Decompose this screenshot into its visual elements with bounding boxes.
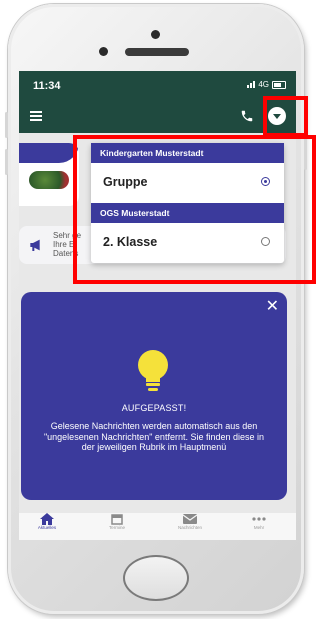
- tab-label: Termine: [108, 525, 125, 530]
- tab-mehr[interactable]: Mehr: [234, 513, 284, 530]
- close-icon[interactable]: ✕: [266, 296, 279, 316]
- news-card[interactable]: [19, 143, 79, 206]
- app-header: [19, 99, 296, 133]
- volume-button: [5, 149, 8, 175]
- tab-termine[interactable]: Termine: [92, 513, 142, 530]
- highlight-group-selector: [73, 135, 316, 284]
- network-type: 4G: [258, 80, 269, 89]
- megaphone-icon: [30, 239, 40, 251]
- front-camera: [151, 30, 160, 39]
- sensor: [99, 47, 108, 56]
- notice-body: Gelesene Nachrichten werden automatisch …: [43, 421, 265, 452]
- tab-aktuelles[interactable]: Aktuelles: [22, 513, 72, 530]
- signal-icon: [247, 81, 256, 88]
- volume-button: [5, 112, 8, 138]
- tab-nachrichten[interactable]: Nachrichten: [165, 513, 215, 530]
- more-icon: [252, 517, 266, 521]
- tab-label: Aktuelles: [37, 525, 57, 530]
- battery-icon: [272, 80, 286, 89]
- calendar-icon: [111, 514, 123, 525]
- home-button[interactable]: [123, 555, 189, 601]
- card-image: [29, 171, 69, 189]
- phone-icon[interactable]: [240, 109, 254, 123]
- earpiece-speaker: [125, 48, 189, 56]
- notice-card: ✕ AUFGEPASST! Gelesene Nachrichten werde…: [21, 292, 287, 500]
- bottom-tab-bar: Aktuelles Termine Nachrichten Mehr: [19, 513, 296, 540]
- status-bar: 11:34 4G: [19, 71, 296, 99]
- mail-icon: [183, 514, 197, 524]
- card-decoration: [19, 143, 79, 163]
- status-time: 11:34: [33, 80, 61, 92]
- lightbulb-icon: [138, 350, 168, 391]
- tab-label: Nachrichten: [177, 525, 202, 530]
- tab-label: Mehr: [253, 525, 265, 530]
- notice-title: AUFGEPASST!: [121, 403, 187, 413]
- hamburger-icon[interactable]: [30, 111, 42, 121]
- home-icon: [40, 513, 54, 525]
- highlight-dropdown-button: [263, 96, 308, 137]
- status-indicators: 4G: [247, 80, 286, 89]
